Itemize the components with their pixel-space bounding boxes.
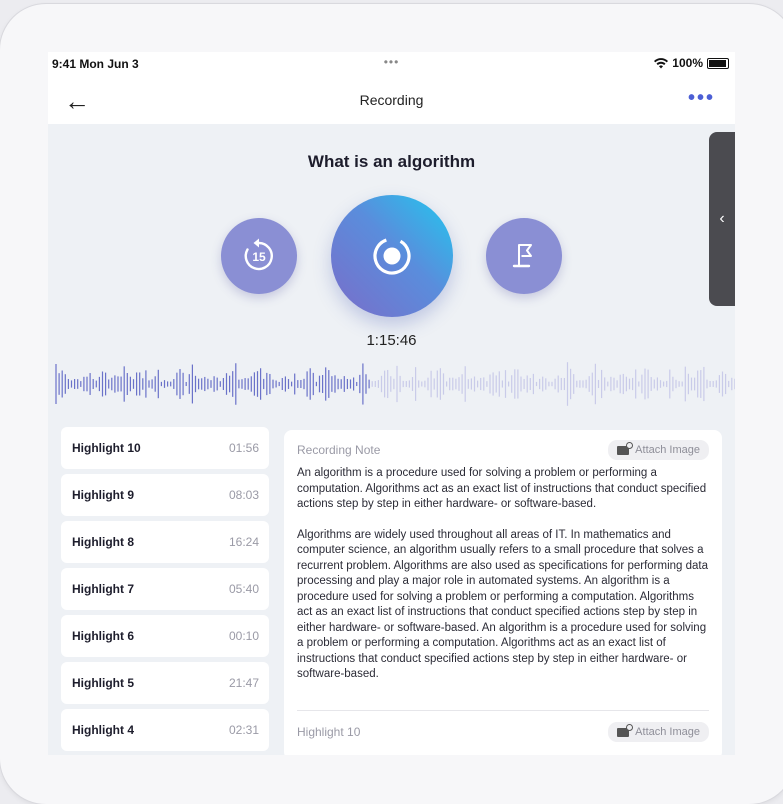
- highlight-time: 05:40: [228, 582, 259, 596]
- highlight-item[interactable]: Highlight 4 02:31: [61, 709, 269, 751]
- status-right: 100%: [654, 56, 729, 70]
- recording-note-label: Recording Note: [297, 443, 381, 457]
- highlight-note-label: Highlight 10: [297, 725, 361, 739]
- highlight-item[interactable]: Highlight 9 08:03: [61, 474, 269, 516]
- battery-percent: 100%: [672, 56, 703, 70]
- attach-image-button[interactable]: Attach Image: [608, 722, 709, 742]
- status-bar: 9:41 Mon Jun 3 ••• 100%: [48, 52, 735, 76]
- rewind-15-icon: 15: [244, 238, 273, 271]
- add-photo-icon: [617, 723, 634, 737]
- page-title: Recording: [359, 92, 424, 108]
- highlights-list: Highlight 10 01:56 Highlight 9 08:03 Hig…: [61, 427, 269, 755]
- wifi-icon: [654, 57, 669, 68]
- highlight-name: Highlight 10: [72, 441, 141, 455]
- highlight-item[interactable]: Highlight 7 05:40: [61, 568, 269, 610]
- recording-note-section: Recording Note Attach Image An algorithm…: [297, 438, 709, 683]
- highlight-item[interactable]: Highlight 5 21:47: [61, 662, 269, 704]
- rewind-15-button[interactable]: 15: [221, 218, 297, 294]
- highlight-time: 00:10: [228, 629, 259, 643]
- status-time: 9:41 Mon Jun 3: [52, 57, 139, 71]
- add-photo-icon: [617, 441, 634, 455]
- more-options-icon[interactable]: •••: [688, 87, 715, 110]
- note-paragraph[interactable]: An algorithm is a procedure used for sol…: [297, 466, 709, 513]
- highlight-time: 08:03: [228, 488, 259, 502]
- recording-title: What is an algorithm: [307, 152, 476, 171]
- side-panel-toggle[interactable]: ‹: [709, 132, 735, 306]
- flag-icon: [512, 244, 532, 268]
- note-header: Highlight 10 Attach Image: [297, 720, 709, 744]
- nav-bar: ← Recording •••: [48, 76, 735, 124]
- highlight-name: Highlight 4: [72, 723, 134, 737]
- highlight-time: 16:24: [228, 535, 259, 549]
- highlight-name: Highlight 5: [72, 676, 134, 690]
- attach-image-button[interactable]: Attach Image: [608, 440, 709, 460]
- highlight-item[interactable]: Highlight 6 00:10: [61, 615, 269, 657]
- highlight-item[interactable]: Highlight 8 16:24: [61, 521, 269, 563]
- record-icon: [373, 237, 411, 275]
- battery-icon: [707, 57, 729, 69]
- notes-card: Recording Note Attach Image An algorithm…: [284, 430, 722, 755]
- note-header: Recording Note Attach Image: [297, 438, 709, 462]
- note-paragraph[interactable]: Algorithms are widely used throughout al…: [297, 528, 709, 683]
- section-divider: [297, 710, 709, 711]
- flag-highlight-button[interactable]: [486, 218, 562, 294]
- highlight-name: Highlight 8: [72, 535, 134, 549]
- highlight-time: 02:31: [228, 723, 259, 737]
- highlight-name: Highlight 6: [72, 629, 134, 643]
- recording-timer: 1:15:46: [366, 332, 417, 349]
- multitask-dots-icon[interactable]: •••: [384, 55, 400, 69]
- highlight-name: Highlight 9: [72, 488, 134, 502]
- highlight-name: Highlight 7: [72, 582, 134, 596]
- chevron-left-icon: ‹: [719, 210, 725, 227]
- attach-image-label: Attach Image: [635, 444, 700, 456]
- highlight-time: 01:56: [228, 441, 259, 455]
- rewind-seconds-label: 15: [252, 250, 266, 264]
- attach-image-label: Attach Image: [635, 726, 700, 738]
- highlight-note-section: Highlight 10 Attach Image: [297, 720, 709, 744]
- audio-waveform[interactable]: [48, 360, 735, 408]
- record-button[interactable]: [331, 195, 453, 317]
- highlight-item[interactable]: Highlight 10 01:56: [61, 427, 269, 469]
- app-screen: 9:41 Mon Jun 3 ••• 100% ← Recording ••• …: [48, 52, 735, 755]
- highlight-time: 21:47: [228, 676, 259, 690]
